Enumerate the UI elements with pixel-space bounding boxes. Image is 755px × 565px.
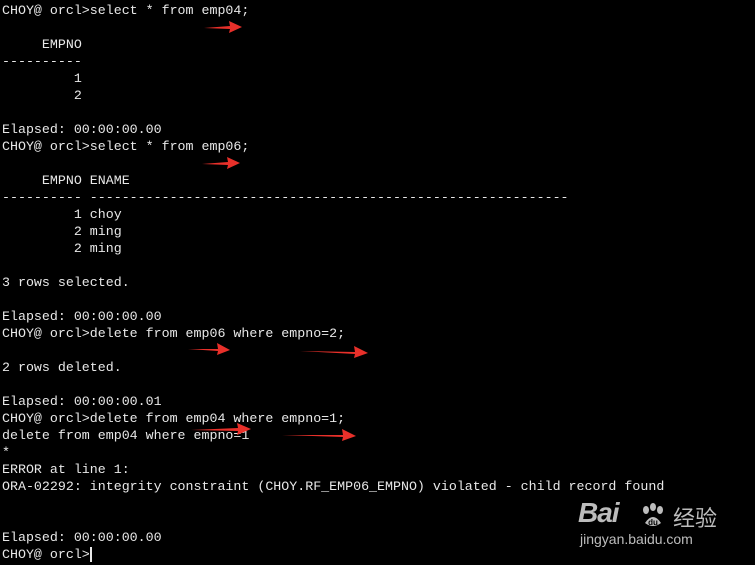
console-line: Elapsed: 00:00:00.01 [2, 394, 162, 409]
console-line: 1 [2, 71, 82, 86]
console-line: Elapsed: 00:00:00.00 [2, 309, 162, 324]
console-line: CHOY@ orcl> [2, 547, 90, 562]
console-line: CHOY@ orcl>select * from emp06; [2, 139, 250, 154]
annotation-arrow-icon [300, 346, 368, 358]
svg-text:du: du [648, 518, 658, 527]
console-line: CHOY@ orcl>delete from emp06 where empno… [2, 326, 346, 341]
console-window[interactable]: CHOY@ orcl>select * from emp04; EMPNO ---… [0, 0, 755, 565]
console-line: 1 choy [2, 207, 122, 222]
watermark-cn-text: 经验 [673, 507, 718, 532]
paw-icon: du [643, 503, 663, 527]
console-line: 2 [2, 88, 82, 103]
console-line: 2 ming [2, 224, 122, 239]
console-line: ---------- [2, 54, 82, 69]
console-line: ORA-02292: integrity constraint (CHOY.RF… [2, 479, 665, 494]
console-line: ---------- -----------------------------… [2, 190, 569, 205]
console-line: Elapsed: 00:00:00.00 [2, 530, 162, 545]
text-cursor [90, 547, 92, 562]
console-line: 3 rows selected. [2, 275, 130, 290]
console-line: CHOY@ orcl>select * from emp04; [2, 3, 250, 18]
annotation-arrow-icon [204, 21, 242, 33]
console-line: ERROR at line 1: [2, 462, 130, 477]
console-line: 2 ming [2, 241, 122, 256]
console-line: CHOY@ orcl>delete from emp04 where empno… [2, 411, 346, 426]
console-line: EMPNO [2, 37, 82, 52]
console-line: Elapsed: 00:00:00.00 [2, 122, 162, 137]
watermark-logo-text: Bai [578, 497, 620, 528]
annotation-arrow-icon [282, 429, 356, 441]
console-line: 2 rows deleted. [2, 360, 122, 375]
annotation-arrow-icon [188, 343, 230, 355]
console-line: * [2, 445, 10, 460]
console-line: EMPNO ENAME [2, 173, 130, 188]
baidu-jingyan-watermark: Bai du 经验 jingyan.baidu.com [578, 497, 750, 557]
annotation-arrow-icon [202, 157, 240, 169]
watermark-url: jingyan.baidu.com [580, 531, 693, 547]
console-line: delete from emp04 where empno=1 [2, 428, 250, 443]
